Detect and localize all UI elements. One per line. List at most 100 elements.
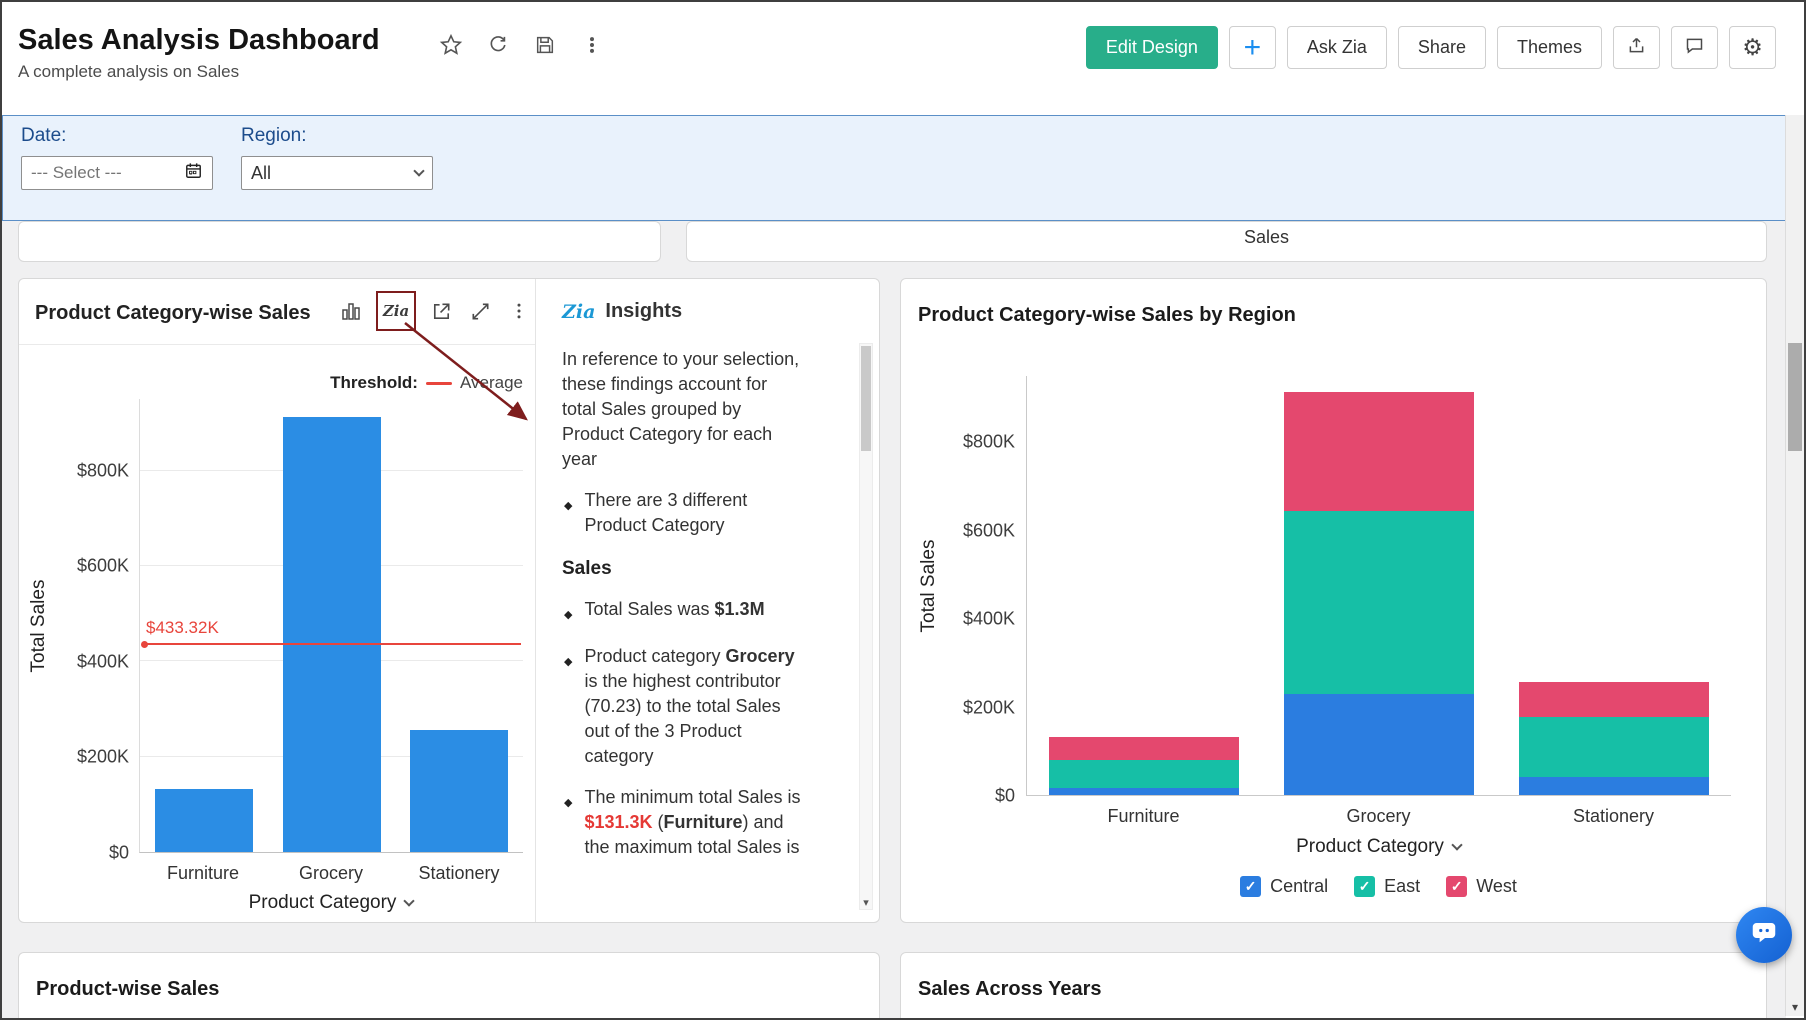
stacked-bar-chart-plot: [1026, 376, 1731, 796]
x-axis-ticks: FurnitureGroceryStationery: [1026, 806, 1731, 827]
ask-zia-button[interactable]: Ask Zia: [1287, 26, 1387, 69]
partial-chart-axis-label: Sales: [727, 227, 1806, 248]
x-axis-dropdown[interactable]: Product Category: [139, 892, 523, 914]
add-button[interactable]: +: [1229, 26, 1276, 69]
bar-grocery[interactable]: [283, 417, 381, 852]
x-tick-label: Stationery: [1496, 806, 1731, 827]
card-title: Product Category-wise Sales by Region: [918, 304, 1296, 327]
open-in-new-icon[interactable]: [427, 297, 455, 325]
legend-checkbox-west[interactable]: ✓: [1446, 876, 1467, 897]
legend-checkbox-central[interactable]: ✓: [1240, 876, 1261, 897]
title-icons: [438, 32, 605, 58]
page-subtitle: A complete analysis on Sales: [18, 62, 380, 82]
region-filter-select[interactable]: All: [241, 156, 433, 190]
zia-icon: Zia: [383, 302, 409, 320]
y-tick-label: $400K: [963, 609, 1015, 630]
zia-chat-icon: [1749, 918, 1779, 953]
legend-item-east[interactable]: ✓ East: [1354, 876, 1420, 897]
y-tick-label: $800K: [77, 460, 129, 481]
card-sales-by-region: Product Category-wise Sales by Region To…: [900, 278, 1767, 923]
share-button[interactable]: Share: [1398, 26, 1486, 69]
card-toolbar: Zia: [337, 291, 533, 331]
gear-icon: ⚙: [1742, 34, 1763, 61]
export-publish-button[interactable]: [1613, 26, 1660, 69]
expand-icon[interactable]: [466, 297, 494, 325]
card-product-wise-sales: Product-wise Sales: [18, 952, 880, 1020]
bar-segment-stationery-west[interactable]: [1519, 682, 1709, 716]
bullet-diamond-icon: ◆: [564, 650, 572, 769]
card-title: Sales Across Years: [918, 978, 1101, 1001]
bar-segment-stationery-east[interactable]: [1519, 717, 1709, 778]
app-header: Sales Analysis Dashboard A complete anal…: [2, 2, 1804, 115]
themes-button[interactable]: Themes: [1497, 26, 1602, 69]
settings-button[interactable]: ⚙: [1729, 26, 1776, 69]
bullet-diamond-icon: ◆: [564, 791, 572, 860]
chart-panel: Product Category-wise Sales Zia: [19, 279, 536, 922]
title-block: Sales Analysis Dashboard A complete anal…: [18, 24, 380, 82]
x-tick-label: Grocery: [267, 863, 395, 884]
bar-stationery[interactable]: [410, 730, 508, 852]
bar-segment-grocery-east[interactable]: [1284, 511, 1474, 694]
insights-header: Zia Insights: [536, 279, 879, 323]
bar-segment-grocery-central[interactable]: [1284, 694, 1474, 795]
edit-design-button[interactable]: Edit Design: [1086, 26, 1218, 69]
dashboard-page: Sales Analysis Dashboard A complete anal…: [0, 0, 1806, 1020]
bar-segment-furniture-west[interactable]: [1049, 737, 1239, 760]
x-tick-label: Furniture: [1026, 806, 1261, 827]
legend-label: East: [1384, 876, 1420, 897]
region-filter-value: All: [251, 163, 271, 184]
x-axis-title: Product Category: [249, 892, 397, 914]
x-tick-label: Grocery: [1261, 806, 1496, 827]
page-scrollbar[interactable]: ▾: [1785, 115, 1804, 1016]
partial-card-top-left: [18, 221, 661, 262]
scroll-down-arrow-icon[interactable]: ▾: [860, 896, 872, 909]
y-tick-label: $200K: [963, 697, 1015, 718]
insights-scrollbar[interactable]: ▾: [859, 343, 873, 910]
y-axis-ticks: $0$200K$400K$600K$800K: [927, 376, 1015, 796]
legend-checkbox-east[interactable]: ✓: [1354, 876, 1375, 897]
insights-title: Insights: [605, 300, 682, 323]
bar-segment-stationery-central[interactable]: [1519, 777, 1709, 795]
bar-segment-furniture-east[interactable]: [1049, 760, 1239, 789]
favorite-star-icon[interactable]: [438, 32, 464, 58]
insights-section-heading: Sales: [562, 556, 801, 581]
region-filter-group: Region: All: [241, 125, 433, 190]
bar-segment-furniture-central[interactable]: [1049, 788, 1239, 795]
insights-bullet: ◆There are 3 different Product Category: [562, 488, 801, 538]
save-icon[interactable]: [532, 32, 558, 58]
page-title: Sales Analysis Dashboard: [18, 24, 380, 57]
date-filter-group: Date: --- Select ---: [21, 125, 213, 190]
date-filter-select[interactable]: --- Select ---: [21, 156, 213, 190]
y-tick-label: $600K: [963, 520, 1015, 541]
header-actions: Edit Design + Ask Zia Share Themes ⚙: [1086, 26, 1776, 69]
bar-chart-icon[interactable]: [337, 297, 365, 325]
upload-icon: [1626, 35, 1647, 61]
insights-bullet: ◆The minimum total Sales is $131.3K (Fur…: [562, 785, 801, 860]
bar-furniture[interactable]: [155, 789, 253, 852]
y-tick-label: $400K: [77, 651, 129, 672]
legend-item-central[interactable]: ✓Central: [1240, 876, 1328, 897]
partial-card-top-right: Sales: [686, 221, 1767, 262]
x-axis-dropdown[interactable]: Product Category: [1026, 836, 1731, 858]
comments-button[interactable]: [1671, 26, 1718, 69]
insights-bullet: ◆Total Sales was $1.3M: [562, 597, 801, 628]
refresh-icon[interactable]: [485, 32, 511, 58]
kebab-menu-icon[interactable]: [505, 297, 533, 325]
zia-chat-button[interactable]: [1736, 907, 1792, 963]
x-tick-label: Stationery: [395, 863, 523, 884]
insights-intro: In reference to your selection, these fi…: [562, 347, 801, 472]
insights-scrollbar-thumb[interactable]: [861, 346, 871, 451]
insights-panel: Zia Insights In reference to your select…: [536, 279, 879, 922]
threshold-line: [143, 643, 521, 645]
legend-item-west[interactable]: ✓West: [1446, 876, 1517, 897]
card-title: Product-wise Sales: [36, 978, 219, 1001]
filter-bar: Date: --- Select --- Region: All: [2, 115, 1786, 221]
threshold-label: Threshold:: [330, 373, 418, 393]
zia-icon-highlight-box[interactable]: Zia: [376, 291, 416, 331]
chart-legend: ✓Central✓East✓West: [1026, 876, 1731, 897]
more-options-kebab-icon[interactable]: [579, 32, 605, 58]
threshold-line-sample: [426, 382, 452, 385]
page-scrollbar-thumb[interactable]: [1788, 343, 1802, 451]
scroll-down-arrow-icon[interactable]: ▾: [1786, 1000, 1804, 1014]
bar-segment-grocery-west[interactable]: [1284, 392, 1474, 510]
